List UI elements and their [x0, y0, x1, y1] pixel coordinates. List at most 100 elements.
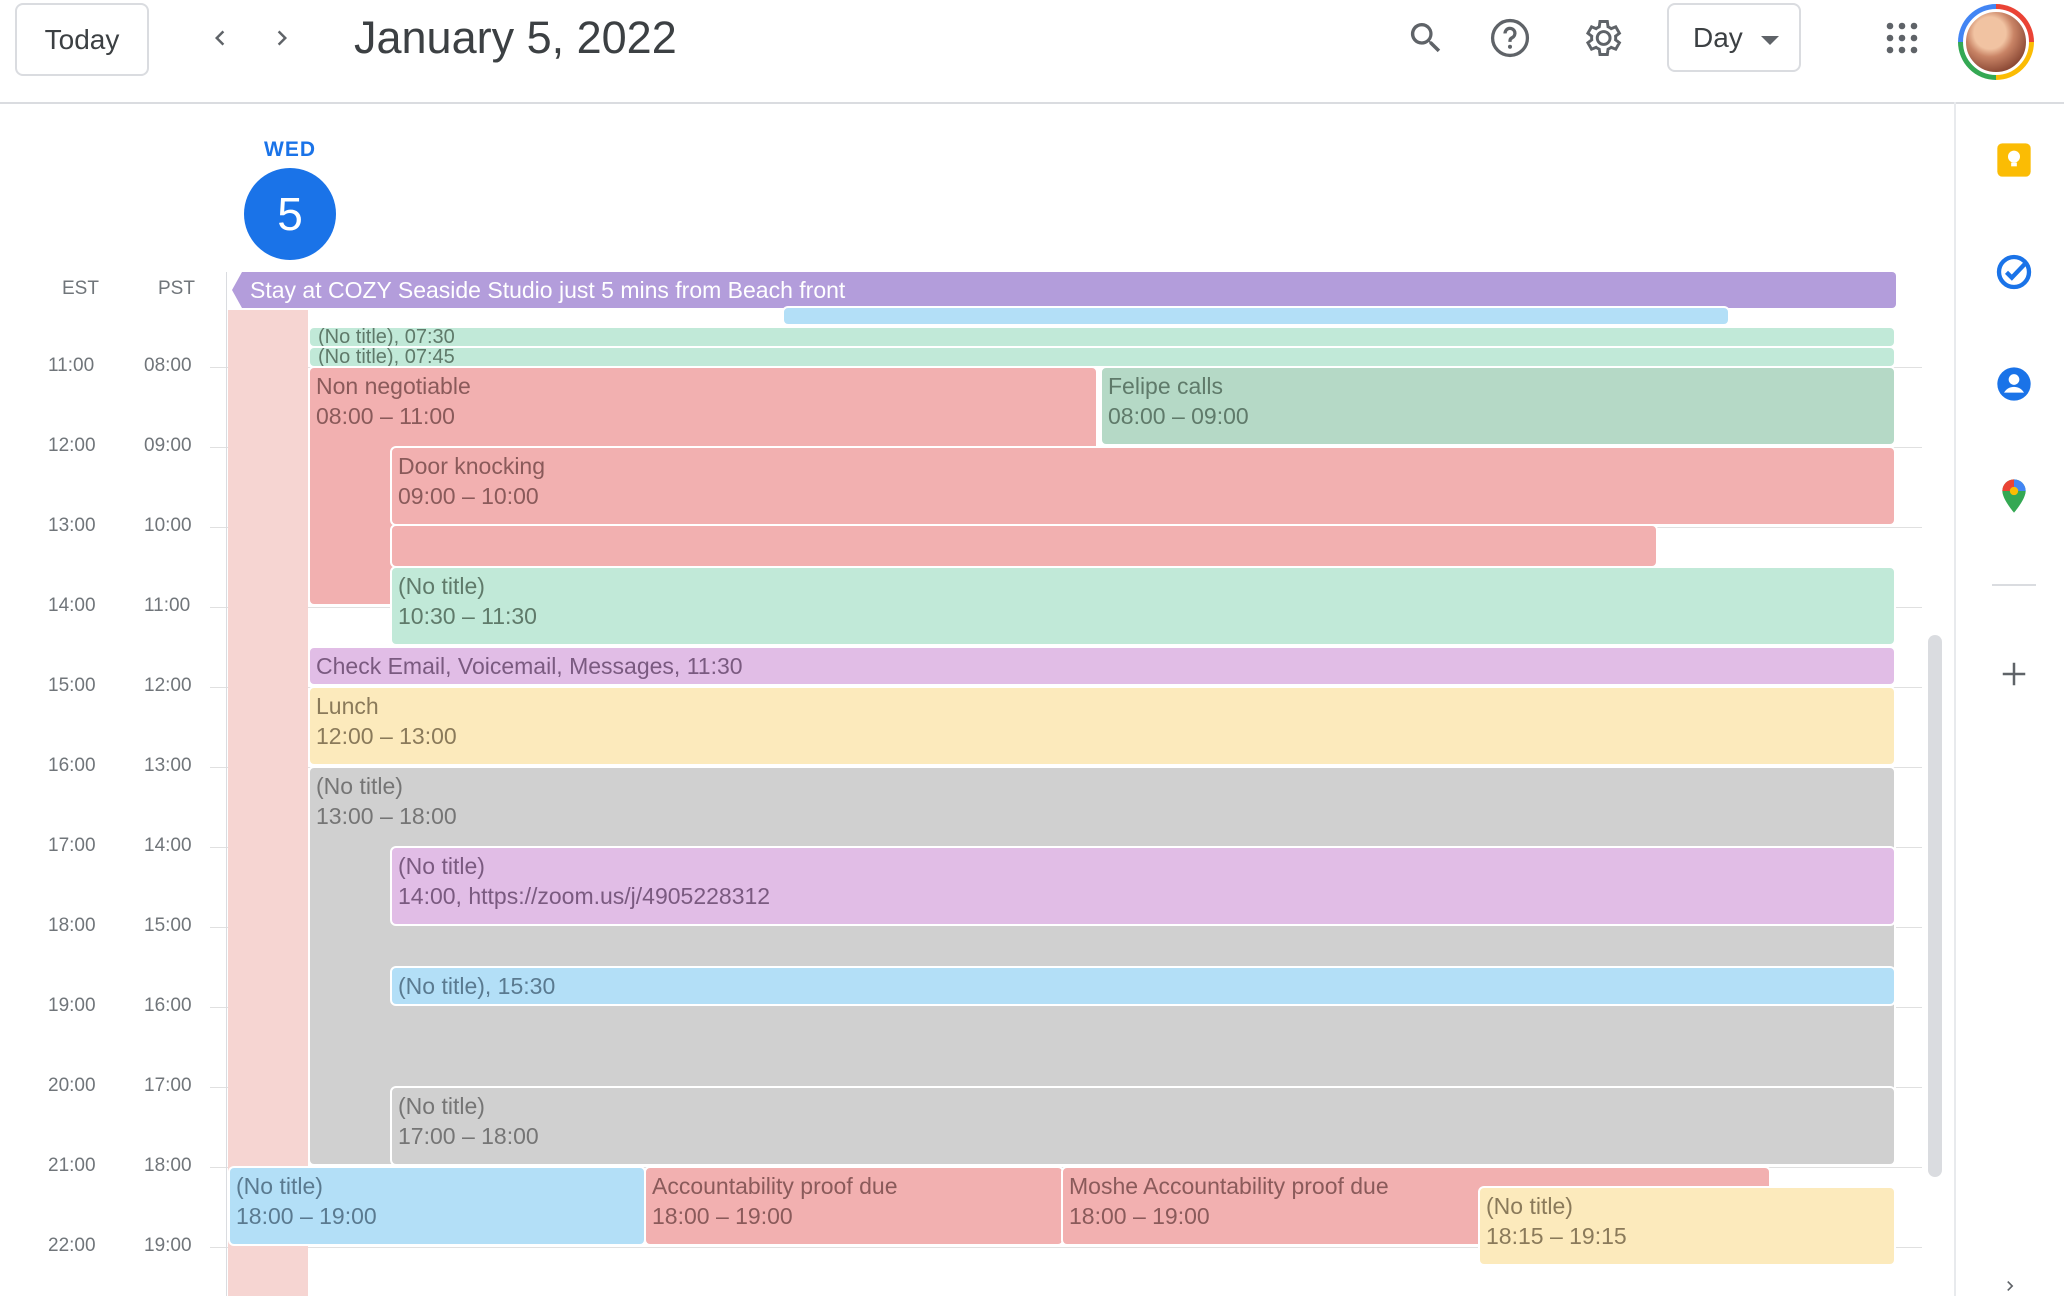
search-button[interactable]: [1394, 6, 1458, 70]
day-number-button[interactable]: 5: [244, 168, 336, 260]
chevron-left-icon: [215, 30, 225, 46]
maps-button[interactable]: [1992, 474, 2036, 518]
top-bar: Today January 5, 2022 Day: [0, 0, 2064, 104]
chevron-right-icon: [2007, 1281, 2014, 1291]
help-icon: [1490, 18, 1530, 58]
event-time: 17:00 – 18:00: [398, 1123, 539, 1149]
view-selector-label: Day: [1693, 21, 1743, 53]
event-no-title-0745[interactable]: (No title), 07:45: [308, 346, 1896, 368]
hour-label-pst: 17:00: [144, 1075, 192, 1096]
expand-panel-button[interactable]: [2000, 1276, 2020, 1296]
event-title: (No title): [1486, 1193, 1573, 1219]
add-icon: [2002, 662, 2026, 686]
event-felipe-calls[interactable]: Felipe calls 08:00 – 09:00: [1100, 366, 1896, 446]
hour-label-est: 14:00: [48, 595, 96, 616]
event-continuation-block[interactable]: [390, 524, 1658, 568]
hour-label-pst: 08:00: [144, 355, 192, 376]
event-time: 09:00 – 10:00: [398, 483, 539, 509]
hour-label-est: 20:00: [48, 1075, 96, 1096]
overflow-event-strip[interactable]: [782, 306, 1730, 326]
event-title: Check Email, Voicemail, Messages: [316, 653, 674, 679]
hour-label-est: 19:00: [48, 995, 96, 1016]
help-button[interactable]: [1478, 6, 1542, 70]
side-panel-divider: [1954, 102, 1956, 1296]
event-no-title-1530[interactable]: (No title), 15:30: [390, 966, 1896, 1006]
hour-label-est: 12:00: [48, 435, 96, 456]
dropdown-caret-icon: [1761, 36, 1779, 45]
event-check-email[interactable]: Check Email, Voicemail, Messages, 11:30: [308, 646, 1896, 686]
hour-label-est: 17:00: [48, 835, 96, 856]
event-no-title-1800[interactable]: (No title) 18:00 – 19:00: [228, 1166, 646, 1246]
hour-label-est: 21:00: [48, 1155, 96, 1176]
event-title: (No title): [318, 346, 394, 368]
tasks-icon: [1996, 254, 2032, 290]
hour-label-pst: 14:00: [144, 835, 192, 856]
hour-label-pst: 16:00: [144, 995, 192, 1016]
contacts-button[interactable]: [1992, 362, 2036, 406]
event-time: , 07:45: [393, 346, 455, 368]
hour-label-est: 16:00: [48, 755, 96, 776]
event-no-title-0730[interactable]: (No title), 07:30: [308, 326, 1896, 348]
hour-label-est: 13:00: [48, 515, 96, 536]
hour-label-pst: 11:00: [144, 595, 191, 616]
event-no-title-1030[interactable]: (No title) 10:30 – 11:30: [390, 566, 1896, 646]
hour-label-est: 15:00: [48, 675, 96, 696]
hour-label-pst: 15:00: [144, 915, 192, 936]
event-no-title-1400-zoom[interactable]: (No title) 14:00, https://zoom.us/j/4905…: [390, 846, 1896, 926]
day-of-week-label: WED: [264, 138, 316, 161]
all-day-event[interactable]: Stay at COZY Seaside Studio just 5 mins …: [232, 272, 1896, 308]
event-time: 18:15 – 19:15: [1486, 1223, 1627, 1249]
event-door-knocking[interactable]: Door knocking 09:00 – 10:00: [390, 446, 1896, 526]
event-time: , 11:30: [673, 653, 743, 679]
event-time: 18:00 – 19:00: [236, 1203, 377, 1229]
hour-label-pst: 13:00: [144, 755, 192, 776]
search-icon: [1410, 23, 1441, 53]
event-time: 08:00 – 09:00: [1108, 403, 1249, 429]
chevron-right-icon: [277, 30, 287, 46]
account-avatar[interactable]: [1958, 4, 2034, 80]
contacts-icon: [1997, 367, 2031, 401]
hour-label-pst: 12:00: [144, 675, 192, 696]
event-accountability-proof[interactable]: Accountability proof due 18:00 – 19:00: [644, 1166, 1064, 1246]
hour-label-pst: 18:00: [144, 1155, 192, 1176]
hour-label-est: 11:00: [48, 355, 95, 376]
today-button[interactable]: Today: [15, 3, 149, 76]
maps-icon: [2002, 479, 2026, 513]
event-title: Lunch: [316, 693, 379, 719]
vertical-scrollbar[interactable]: [1928, 635, 1942, 1177]
settings-button[interactable]: [1570, 6, 1634, 70]
event-title: (No title): [236, 1173, 323, 1199]
event-title: (No title): [316, 773, 403, 799]
apps-grid-icon: [1886, 22, 1918, 54]
hour-label-pst: 19:00: [144, 1235, 192, 1256]
settings-icon: [1585, 20, 1622, 56]
hour-label-est: 18:00: [48, 915, 96, 936]
event-no-title-1700[interactable]: (No title) 17:00 – 18:00: [390, 1086, 1896, 1166]
keep-button[interactable]: [1992, 138, 2036, 182]
event-lunch[interactable]: Lunch 12:00 – 13:00: [308, 686, 1896, 766]
event-title: (No title): [318, 326, 394, 348]
view-selector-dropdown[interactable]: Day: [1667, 3, 1801, 72]
next-day-button[interactable]: [252, 10, 312, 66]
event-no-title-1815[interactable]: (No title) 18:15 – 19:15: [1478, 1186, 1896, 1266]
keep-icon: [1997, 143, 2031, 177]
event-time: , 15:30: [484, 973, 556, 999]
add-addon-button[interactable]: [1992, 652, 2036, 696]
previous-day-button[interactable]: [190, 10, 250, 66]
hour-label-pst: 09:00: [144, 435, 192, 456]
grid-divider: [226, 272, 227, 1296]
event-time: 12:00 – 13:00: [316, 723, 457, 749]
hour-label-pst: 10:00: [144, 515, 192, 536]
event-title: (No title): [398, 1093, 485, 1119]
event-title: (No title): [398, 853, 485, 879]
apps-button[interactable]: [1870, 6, 1934, 70]
event-title: Non negotiable: [316, 373, 471, 399]
event-time: 10:30 – 11:30: [398, 603, 537, 629]
stay-event-block[interactable]: [228, 310, 308, 1296]
tasks-button[interactable]: [1992, 250, 2036, 294]
secondary-timezone-label: PST: [158, 278, 195, 299]
event-time: 14:00, https://zoom.us/j/4905228312: [398, 883, 771, 909]
event-time: 13:00 – 18:00: [316, 803, 457, 829]
event-time: 18:00 – 19:00: [652, 1203, 793, 1229]
hour-label-est: 22:00: [48, 1235, 96, 1256]
